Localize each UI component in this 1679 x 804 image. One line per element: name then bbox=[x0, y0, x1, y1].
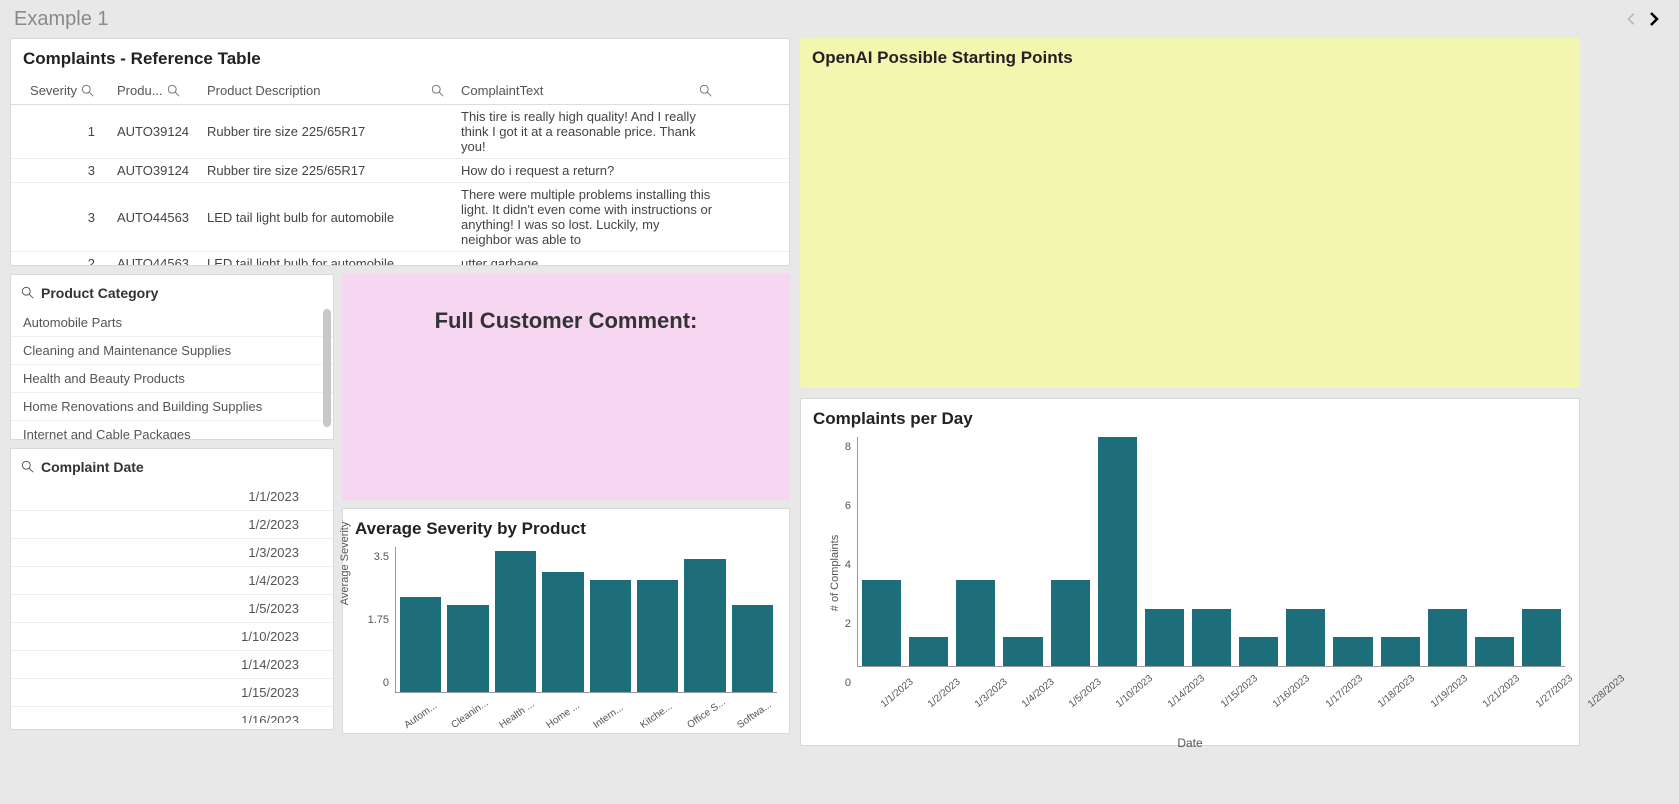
list-item[interactable]: 1/3/2023 bbox=[11, 539, 333, 567]
chart-bar[interactable] bbox=[1522, 609, 1561, 666]
full-comment-title: Full Customer Comment: bbox=[435, 308, 698, 334]
avg-severity-xaxis: Autom...Cleanin...Health ...Home ...Inte… bbox=[383, 717, 789, 734]
avg-severity-chart-card: Average Severity by Product Average Seve… bbox=[342, 508, 790, 734]
chart-bar[interactable] bbox=[684, 559, 725, 692]
avg-severity-ylabel: Average Severity bbox=[339, 521, 351, 605]
reference-table-body[interactable]: 1AUTO39124Rubber tire size 225/65R17This… bbox=[11, 105, 789, 265]
list-item[interactable]: Internet and Cable Packages bbox=[11, 421, 333, 439]
chart-bar[interactable] bbox=[1475, 637, 1514, 666]
chart-bar[interactable] bbox=[1145, 609, 1184, 666]
reference-table-title: Complaints - Reference Table bbox=[11, 39, 789, 77]
search-icon[interactable] bbox=[431, 84, 445, 98]
complaints-per-day-title: Complaints per Day bbox=[801, 399, 1579, 437]
avg-severity-yaxis: 3.51.750 bbox=[355, 547, 395, 709]
complaint-date-filter: Complaint Date 1/1/20231/2/20231/3/20231… bbox=[10, 448, 334, 730]
chart-bar[interactable] bbox=[495, 551, 536, 692]
chart-bar[interactable] bbox=[542, 572, 583, 692]
col-header-complaint-text[interactable]: ComplaintText bbox=[453, 83, 721, 98]
list-item[interactable]: 1/10/2023 bbox=[11, 623, 333, 651]
chart-bar[interactable] bbox=[1286, 609, 1325, 666]
complaints-per-day-ylabel: # of Complaints bbox=[829, 535, 841, 611]
complaints-per-day-card: Complaints per Day # of Complaints 86420… bbox=[800, 398, 1580, 746]
complaints-per-day-bars[interactable] bbox=[857, 437, 1565, 667]
chart-bar[interactable] bbox=[909, 637, 948, 666]
search-icon[interactable] bbox=[21, 286, 35, 300]
list-item[interactable]: Home Renovations and Building Supplies bbox=[11, 393, 333, 421]
page-title: Example 1 bbox=[14, 8, 1621, 31]
list-item[interactable]: Automobile Parts bbox=[11, 309, 333, 337]
list-item[interactable]: Health and Beauty Products bbox=[11, 365, 333, 393]
col-header-product-desc[interactable]: Product Description bbox=[199, 83, 453, 98]
chart-bar[interactable] bbox=[862, 580, 901, 666]
list-item[interactable]: 1/2/2023 bbox=[11, 511, 333, 539]
starting-points-title: OpenAI Possible Starting Points bbox=[800, 38, 1580, 76]
scrollbar[interactable] bbox=[323, 309, 331, 427]
list-item[interactable]: 1/15/2023 bbox=[11, 679, 333, 707]
table-row[interactable]: 3AUTO39124Rubber tire size 225/65R17How … bbox=[11, 159, 789, 183]
product-category-title: Product Category bbox=[41, 285, 158, 301]
chart-bar[interactable] bbox=[1051, 580, 1090, 666]
avg-severity-title: Average Severity by Product bbox=[343, 509, 789, 547]
list-item[interactable]: 1/5/2023 bbox=[11, 595, 333, 623]
chart-bar[interactable] bbox=[1098, 437, 1137, 666]
list-item[interactable]: 1/1/2023 bbox=[11, 483, 333, 511]
chart-bar[interactable] bbox=[732, 605, 773, 692]
complaints-per-day-xlabel: Date bbox=[801, 736, 1579, 750]
complaint-date-list[interactable]: 1/1/20231/2/20231/3/20231/4/20231/5/2023… bbox=[11, 483, 333, 723]
search-icon[interactable] bbox=[167, 84, 181, 98]
chart-bar[interactable] bbox=[590, 580, 631, 692]
prev-page-button[interactable] bbox=[1621, 8, 1643, 30]
list-item[interactable]: 1/16/2023 bbox=[11, 707, 333, 723]
next-page-button[interactable] bbox=[1643, 8, 1665, 30]
complaint-date-title: Complaint Date bbox=[41, 459, 144, 475]
col-header-severity[interactable]: Severity bbox=[11, 83, 109, 98]
chart-bar[interactable] bbox=[1239, 637, 1278, 666]
complaints-per-day-xaxis: 1/1/20231/2/20231/3/20231/4/20231/5/2023… bbox=[857, 697, 1579, 714]
product-category-filter: Product Category Automobile PartsCleanin… bbox=[10, 274, 334, 440]
starting-points-card: OpenAI Possible Starting Points bbox=[800, 38, 1580, 388]
chart-bar[interactable] bbox=[1428, 609, 1467, 666]
chart-bar[interactable] bbox=[447, 605, 488, 692]
search-icon[interactable] bbox=[81, 84, 95, 98]
list-item[interactable]: Cleaning and Maintenance Supplies bbox=[11, 337, 333, 365]
reference-table-card: Complaints - Reference Table Severity Pr… bbox=[10, 38, 790, 266]
search-icon[interactable] bbox=[21, 460, 35, 474]
full-comment-card: Full Customer Comment: bbox=[342, 274, 790, 500]
list-item[interactable]: 1/14/2023 bbox=[11, 651, 333, 679]
chart-bar[interactable] bbox=[637, 580, 678, 692]
search-icon[interactable] bbox=[699, 84, 713, 98]
chart-bar[interactable] bbox=[400, 597, 441, 692]
chart-bar[interactable] bbox=[1333, 637, 1372, 666]
chart-bar[interactable] bbox=[956, 580, 995, 666]
list-item[interactable]: 1/4/2023 bbox=[11, 567, 333, 595]
chart-bar[interactable] bbox=[1192, 609, 1231, 666]
col-header-product-id[interactable]: Produ... bbox=[109, 83, 199, 98]
avg-severity-bars[interactable] bbox=[395, 547, 777, 693]
table-row[interactable]: 2AUTO44563LED tail light bulb for automo… bbox=[11, 252, 789, 265]
chart-bar[interactable] bbox=[1003, 637, 1042, 666]
product-category-list[interactable]: Automobile PartsCleaning and Maintenance… bbox=[11, 309, 333, 439]
chart-bar[interactable] bbox=[1381, 637, 1420, 666]
table-row[interactable]: 3AUTO44563LED tail light bulb for automo… bbox=[11, 183, 789, 252]
table-row[interactable]: 1AUTO39124Rubber tire size 225/65R17This… bbox=[11, 105, 789, 159]
